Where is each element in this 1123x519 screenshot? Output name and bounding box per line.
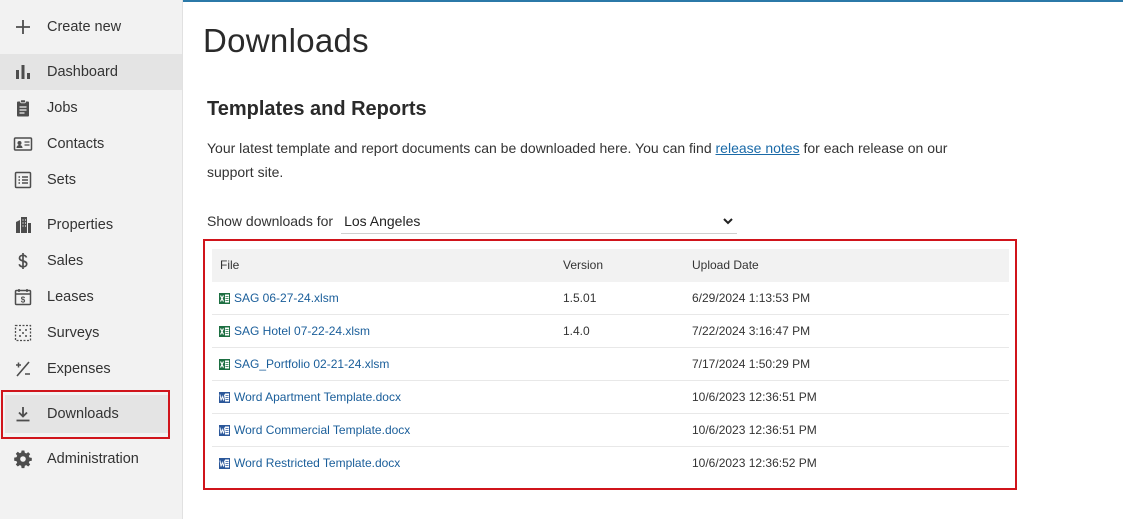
- table-row: SAG_Portfolio 02-21-24.xlsm 7/17/2024 1:…: [212, 348, 1009, 381]
- building-icon: [12, 214, 34, 236]
- sidebar-item-label: Dashboard: [47, 64, 118, 80]
- chevron-down-icon: [723, 217, 733, 224]
- file-link-cell[interactable]: SAG Hotel 07-22-24.xlsm: [219, 315, 370, 348]
- description-text: Your latest template and report document…: [207, 136, 997, 184]
- sidebar-item-label: Create new: [47, 19, 122, 35]
- percent-icon: [12, 358, 34, 380]
- contact-card-icon: [12, 133, 34, 155]
- word-file-icon: [219, 425, 230, 436]
- upload-date-cell: 7/17/2024 1:50:29 PM: [692, 357, 811, 371]
- file-link[interactable]: SAG 06-27-24.xlsm: [234, 282, 339, 315]
- excel-file-icon: [219, 293, 230, 304]
- table-header: File Version Upload Date: [212, 249, 1009, 282]
- file-link-cell[interactable]: SAG_Portfolio 02-21-24.xlsm: [219, 348, 389, 381]
- sidebar-item-label: Jobs: [47, 100, 78, 116]
- calendar-dollar-icon: $: [12, 286, 34, 308]
- sidebar-item-contacts[interactable]: Contacts: [0, 126, 182, 162]
- sidebar-item-label: Administration: [47, 451, 139, 467]
- file-link-cell[interactable]: Word Apartment Template.docx: [219, 381, 401, 414]
- sidebar-item-label: Expenses: [47, 361, 111, 377]
- sidebar-item-label: Properties: [47, 217, 114, 233]
- download-icon: [12, 403, 34, 425]
- sidebar-item-downloads[interactable]: Downloads: [0, 396, 182, 432]
- main-content: Downloads Templates and Reports Your lat…: [184, 0, 1123, 519]
- file-link[interactable]: Word Apartment Template.docx: [234, 381, 401, 414]
- sidebar-item-label: Surveys: [47, 325, 100, 341]
- table-row: Word Restricted Template.docx 10/6/2023 …: [212, 447, 1009, 480]
- bar-chart-icon: [12, 61, 34, 83]
- sidebar: Create new Dashboard Jobs Contacts Sets …: [0, 0, 183, 519]
- version-cell: 1.5.01: [563, 291, 597, 305]
- page-title: Downloads: [203, 22, 369, 59]
- sidebar-item-label: Contacts: [47, 136, 105, 152]
- file-link[interactable]: Word Restricted Template.docx: [234, 447, 400, 480]
- upload-date-cell: 7/22/2024 3:16:47 PM: [692, 324, 811, 338]
- sidebar-item-label: Leases: [47, 289, 94, 305]
- grid-dots-icon: [12, 322, 34, 344]
- filter-label: Show downloads for: [207, 213, 334, 229]
- sidebar-item-create-new[interactable]: Create new: [0, 9, 182, 45]
- file-link[interactable]: Word Commercial Template.docx: [234, 414, 410, 447]
- downloads-filter: Show downloads for Los Angeles: [207, 208, 738, 234]
- sidebar-item-dashboard[interactable]: Dashboard: [0, 54, 182, 90]
- file-link[interactable]: SAG_Portfolio 02-21-24.xlsm: [234, 348, 389, 381]
- file-link-cell[interactable]: Word Commercial Template.docx: [219, 414, 410, 447]
- word-file-icon: [219, 458, 230, 469]
- excel-file-icon: [219, 326, 230, 337]
- section-title: Templates and Reports: [207, 98, 427, 120]
- sidebar-item-surveys[interactable]: Surveys: [0, 315, 182, 351]
- table-row: Word Apartment Template.docx 10/6/2023 1…: [212, 381, 1009, 414]
- file-link[interactable]: SAG Hotel 07-22-24.xlsm: [234, 315, 370, 348]
- clipboard-icon: [12, 97, 34, 119]
- header-upload-date: Upload Date: [692, 258, 759, 272]
- release-notes-link[interactable]: release notes: [716, 140, 800, 156]
- file-link-cell[interactable]: Word Restricted Template.docx: [219, 447, 400, 480]
- header-file: File: [220, 258, 240, 272]
- plus-icon: [12, 16, 34, 38]
- header-version: Version: [563, 258, 604, 272]
- file-link-cell[interactable]: SAG 06-27-24.xlsm: [219, 282, 339, 315]
- table-row: SAG Hotel 07-22-24.xlsm 1.4.0 7/22/2024 …: [212, 315, 1009, 348]
- sidebar-item-properties[interactable]: Properties: [0, 207, 182, 243]
- sidebar-item-label: Sets: [47, 172, 77, 188]
- upload-date-cell: 10/6/2023 12:36:52 PM: [692, 456, 817, 470]
- version-cell: 1.4.0: [563, 324, 590, 338]
- gear-icon: [12, 448, 34, 470]
- sidebar-item-sets[interactable]: Sets: [0, 162, 182, 198]
- table-row: SAG 06-27-24.xlsm 1.5.01 6/29/2024 1:13:…: [212, 282, 1009, 315]
- word-file-icon: [219, 392, 230, 403]
- sidebar-item-sales[interactable]: Sales: [0, 243, 182, 279]
- list-icon: [12, 169, 34, 191]
- location-select[interactable]: Los Angeles: [341, 208, 738, 234]
- dollar-icon: [12, 250, 34, 272]
- sidebar-item-administration[interactable]: Administration: [0, 441, 182, 477]
- upload-date-cell: 10/6/2023 12:36:51 PM: [692, 390, 817, 404]
- upload-date-cell: 10/6/2023 12:36:51 PM: [692, 423, 817, 437]
- excel-file-icon: [219, 359, 230, 370]
- upload-date-cell: 6/29/2024 1:13:53 PM: [692, 291, 811, 305]
- sidebar-item-jobs[interactable]: Jobs: [0, 90, 182, 126]
- table-row: Word Commercial Template.docx 10/6/2023 …: [212, 414, 1009, 447]
- sidebar-item-label: Sales: [47, 253, 84, 269]
- svg-text:$: $: [21, 296, 26, 305]
- sidebar-item-expenses[interactable]: Expenses: [0, 351, 182, 387]
- location-select-value: Los Angeles: [344, 212, 421, 229]
- sidebar-item-label: Downloads: [47, 406, 119, 422]
- sidebar-item-leases[interactable]: $ Leases: [0, 279, 182, 315]
- description-before: Your latest template and report document…: [207, 140, 716, 156]
- downloads-table: File Version Upload Date SAG 06-27-24.xl…: [203, 239, 1017, 490]
